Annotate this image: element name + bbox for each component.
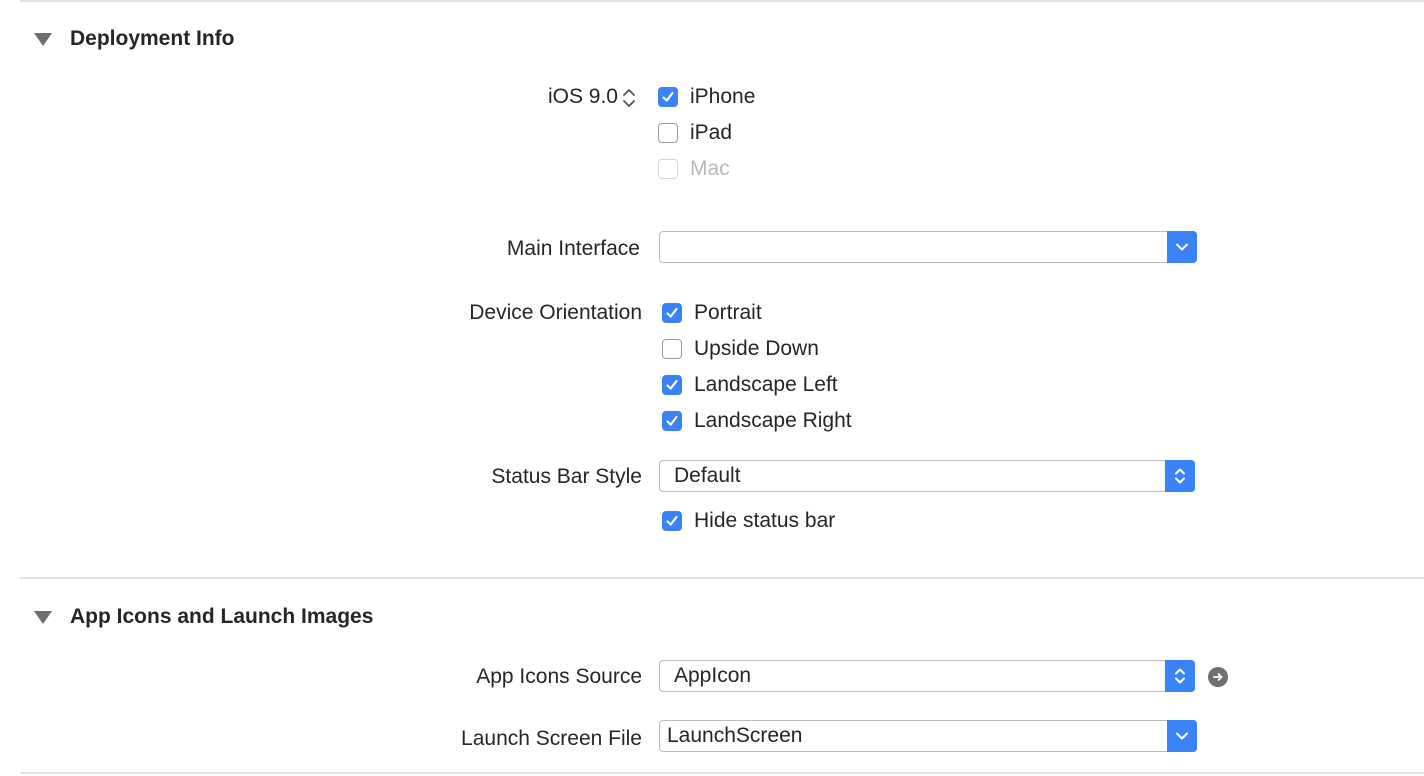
checkbox-checked-icon: [658, 87, 678, 107]
section-separator: [20, 577, 1424, 579]
chevron-down-icon[interactable]: [1167, 720, 1197, 752]
checkbox-label: iPad: [690, 121, 733, 144]
checkbox-label: Portrait: [694, 301, 762, 324]
ios-version-stepper[interactable]: [622, 86, 636, 110]
section-title: Deployment Info: [70, 27, 235, 50]
device-mac-checkbox: Mac: [658, 156, 730, 182]
ios-version-label: iOS 9.0: [547, 85, 618, 108]
section-title: App Icons and Launch Images: [70, 605, 374, 628]
launch-screen-file-value[interactable]: LaunchScreen: [660, 724, 1167, 748]
disclosure-triangle-icon[interactable]: [34, 32, 52, 46]
orientation-upside-down-checkbox[interactable]: Upside Down: [662, 336, 819, 362]
app-icons-source-popup[interactable]: AppIcon: [659, 660, 1195, 692]
orientation-portrait-checkbox[interactable]: Portrait: [662, 300, 762, 326]
orientation-landscape-right-checkbox[interactable]: Landscape Right: [662, 408, 852, 434]
checkbox-label: Hide status bar: [694, 509, 836, 532]
up-down-chevron-icon: [1165, 660, 1195, 692]
app-icons-header[interactable]: App Icons and Launch Images: [34, 602, 373, 632]
app-icons-source-value: AppIcon: [674, 664, 752, 687]
status-bar-style-value: Default: [674, 464, 741, 487]
bottom-separator: [20, 772, 1424, 774]
device-orientation-label: Device Orientation: [469, 301, 642, 324]
checkbox-label: Landscape Right: [694, 409, 852, 432]
launch-screen-file-label: Launch Screen File: [461, 727, 642, 750]
go-to-asset-arrow-icon[interactable]: [1208, 667, 1228, 687]
checkbox-disabled-icon: [658, 159, 678, 179]
checkbox-unchecked-icon: [658, 123, 678, 143]
main-interface-label: Main Interface: [506, 237, 640, 260]
checkbox-checked-icon: [662, 511, 682, 531]
status-bar-style-popup[interactable]: Default: [659, 460, 1195, 492]
chevron-down-icon[interactable]: [1167, 231, 1197, 263]
up-down-chevron-icon: [1165, 460, 1195, 492]
up-down-chevron-icon: [623, 89, 635, 107]
device-iphone-checkbox[interactable]: iPhone: [658, 84, 755, 110]
checkbox-label: Upside Down: [694, 337, 819, 360]
checkbox-unchecked-icon: [662, 339, 682, 359]
checkbox-label: Landscape Left: [694, 373, 838, 396]
checkbox-checked-icon: [662, 303, 682, 323]
checkbox-label: Mac: [690, 157, 730, 180]
app-icons-source-label: App Icons Source: [476, 665, 642, 688]
hide-status-bar-checkbox[interactable]: Hide status bar: [662, 508, 835, 534]
status-bar-style-label: Status Bar Style: [491, 465, 642, 488]
top-separator: [20, 0, 1424, 2]
checkbox-checked-icon: [662, 375, 682, 395]
checkbox-checked-icon: [662, 411, 682, 431]
orientation-landscape-left-checkbox[interactable]: Landscape Left: [662, 372, 838, 398]
deployment-info-header[interactable]: Deployment Info: [34, 24, 235, 54]
device-ipad-checkbox[interactable]: iPad: [658, 120, 732, 146]
launch-screen-file-combobox[interactable]: LaunchScreen: [659, 720, 1197, 752]
disclosure-triangle-icon[interactable]: [34, 610, 52, 624]
main-interface-combobox[interactable]: [659, 231, 1197, 263]
checkbox-label: iPhone: [690, 85, 756, 108]
